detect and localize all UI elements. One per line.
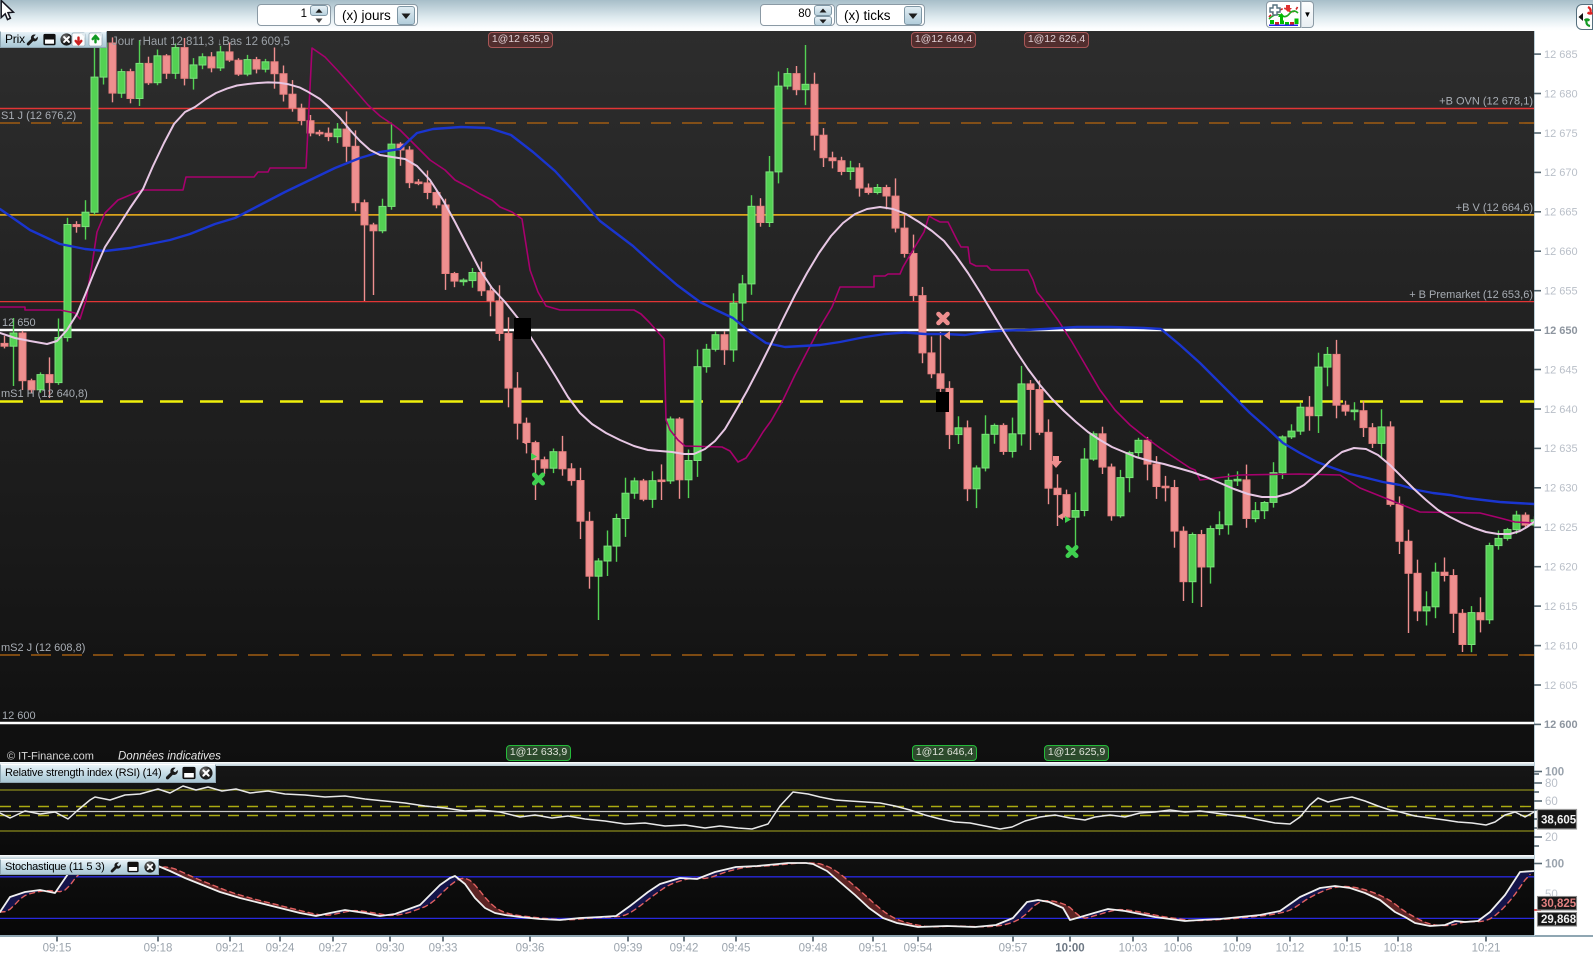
svg-text:12 670: 12 670 — [1544, 167, 1578, 179]
svg-text:12 645: 12 645 — [1544, 364, 1578, 376]
svg-text:10:12: 10:12 — [1276, 943, 1305, 955]
svg-text:mS2 J (12 608,8): mS2 J (12 608,8) — [1, 642, 85, 654]
svg-text:12 680: 12 680 — [1544, 88, 1578, 100]
svg-text:09:15: 09:15 — [43, 943, 72, 955]
svg-text:12 625: 12 625 — [1544, 522, 1578, 534]
svg-text:12 685: 12 685 — [1544, 49, 1578, 61]
svg-text:10:00: 10:00 — [1055, 943, 1084, 955]
svg-text:12 610: 12 610 — [1544, 640, 1578, 652]
svg-text:10:18: 10:18 — [1384, 943, 1413, 955]
svg-text:+B V (12 664,6): +B V (12 664,6) — [1456, 202, 1533, 214]
svg-text:80: 80 — [1545, 778, 1558, 790]
svg-text:09:54: 09:54 — [904, 943, 933, 955]
svg-text:20: 20 — [1545, 832, 1558, 844]
svg-text:12 615: 12 615 — [1544, 601, 1578, 613]
svg-text:+B OVN (12 678,1): +B OVN (12 678,1) — [1439, 96, 1533, 108]
svg-text:30,825: 30,825 — [1541, 898, 1577, 910]
svg-text:12 660: 12 660 — [1544, 246, 1578, 258]
svg-text:12 600: 12 600 — [2, 710, 36, 722]
svg-text:12 650: 12 650 — [1544, 325, 1578, 337]
svg-text:12 665: 12 665 — [1544, 207, 1578, 219]
svg-text:10:15: 10:15 — [1333, 943, 1362, 955]
svg-text:+ B Premarket (12 653,6): + B Premarket (12 653,6) — [1409, 289, 1533, 301]
svg-text:10:06: 10:06 — [1164, 943, 1193, 955]
svg-text:09:42: 09:42 — [670, 943, 699, 955]
svg-text:09:30: 09:30 — [376, 943, 405, 955]
svg-text:12 640: 12 640 — [1544, 404, 1578, 416]
svg-text:10:21: 10:21 — [1472, 943, 1501, 955]
svg-text:09:36: 09:36 — [516, 943, 545, 955]
svg-text:09:33: 09:33 — [429, 943, 458, 955]
svg-text:12 620: 12 620 — [1544, 562, 1578, 574]
svg-text:09:18: 09:18 — [144, 943, 173, 955]
svg-text:Données indicatives: Données indicatives — [118, 751, 221, 763]
svg-text:12 635: 12 635 — [1544, 443, 1578, 455]
svg-text:Jour ↑Haut 12 811,3 ↓Bas 12 60: Jour ↑Haut 12 811,3 ↓Bas 12 609,5 — [112, 36, 290, 48]
svg-text:12 600: 12 600 — [1544, 719, 1578, 731]
svg-text:09:51: 09:51 — [859, 943, 888, 955]
svg-text:09:24: 09:24 — [266, 943, 295, 955]
svg-text:10:09: 10:09 — [1223, 943, 1252, 955]
svg-text:12 605: 12 605 — [1544, 680, 1578, 692]
svg-text:38,605: 38,605 — [1541, 815, 1577, 827]
svg-text:29,868: 29,868 — [1541, 914, 1577, 926]
svg-text:09:48: 09:48 — [799, 943, 828, 955]
svg-text:10:03: 10:03 — [1119, 943, 1148, 955]
svg-text:12 650: 12 650 — [2, 317, 36, 329]
svg-text:09:57: 09:57 — [999, 943, 1028, 955]
svg-text:12 675: 12 675 — [1544, 128, 1578, 140]
svg-text:100: 100 — [1545, 767, 1564, 779]
svg-text:© IT-Finance.com: © IT-Finance.com — [7, 751, 94, 763]
svg-text:09:27: 09:27 — [319, 943, 348, 955]
svg-text:S1 J (12 676,2): S1 J (12 676,2) — [1, 110, 76, 122]
svg-text:60: 60 — [1545, 796, 1558, 808]
svg-text:100: 100 — [1545, 859, 1564, 871]
svg-text:09:45: 09:45 — [722, 943, 751, 955]
svg-text:12 630: 12 630 — [1544, 483, 1578, 495]
svg-text:mS1 H (12 640,8): mS1 H (12 640,8) — [1, 388, 88, 400]
svg-text:09:39: 09:39 — [614, 943, 643, 955]
svg-text:09:21: 09:21 — [216, 943, 245, 955]
svg-text:12 655: 12 655 — [1544, 286, 1578, 298]
